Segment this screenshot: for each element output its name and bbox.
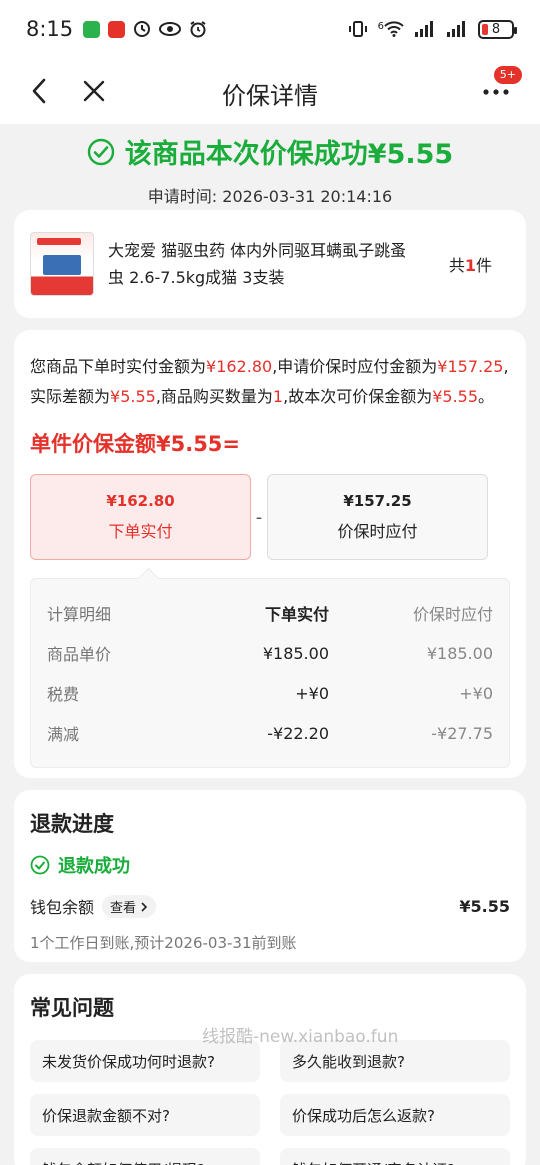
table-cell: -¥22.20 xyxy=(267,723,329,743)
alarm-icon xyxy=(190,21,206,38)
refund-amount: ¥5.55 xyxy=(459,896,510,916)
product-card[interactable]: 大宠爱 猫驱虫药 体内外同驱耳螨虱子跳蚤虫 2.6-7.5kg成猫 3支装 共1… xyxy=(14,210,526,318)
faq-item[interactable]: 未发货价保成功何时退款? xyxy=(30,1040,260,1082)
unit-protect-amount: 单件价保金额¥5.55= xyxy=(30,432,241,456)
count-prefix: 共 xyxy=(448,256,465,275)
faq-item[interactable]: 多久能收到退款? xyxy=(280,1040,510,1082)
table-header-cell: 下单实付 xyxy=(264,605,329,624)
faq-item[interactable]: 钱包余额如何使用/提现? xyxy=(30,1148,260,1165)
thumbnail-package xyxy=(43,255,81,275)
page-title: 价保详情 xyxy=(222,82,318,110)
current-price-amount: ¥157.25 xyxy=(343,492,412,510)
status-system-icons: 6 8 xyxy=(348,19,517,39)
clock-app-icon xyxy=(134,21,151,37)
price-explanation: 您商品下单时实付金额为¥162.80,申请价保时应付金额为¥157.25,实际差… xyxy=(30,352,510,412)
thumbnail-banner xyxy=(37,238,81,245)
battery-icon: 8 xyxy=(478,19,517,39)
status-app-icons xyxy=(83,20,207,38)
refund-progress-card: 退款进度 退款成功 钱包余额 查看 ¥5.55 1个工作日到账,预计2026-0… xyxy=(14,790,526,962)
count-value: 1 xyxy=(464,256,476,275)
table-row: 商品单价 ¥185.00 ¥185.00 xyxy=(47,633,493,673)
explain-highlight: 1 xyxy=(272,387,284,406)
view-wallet-label: 查看 xyxy=(110,900,137,916)
price-compare-boxes: ¥162.80 下单实付 - ¥157.25 价保时应付 xyxy=(30,474,510,560)
paid-price-box: ¥162.80 下单实付 xyxy=(30,474,251,560)
table-row: 税费 +¥0 +¥0 xyxy=(47,673,493,713)
product-count: 共1件 xyxy=(449,252,510,276)
apply-time: 申请时间: 2026-03-31 20:14:16 xyxy=(0,183,540,207)
table-cell: -¥27.75 xyxy=(431,723,493,743)
table-cell: +¥0 xyxy=(295,683,329,703)
nav-bar: 价保详情 5+ xyxy=(0,58,540,124)
faq-section-title: 常见问题 xyxy=(30,996,114,1020)
faq-item[interactable]: 价保退款金额不对? xyxy=(30,1094,260,1136)
battery-level xyxy=(482,23,488,35)
table-cell: ¥185.00 xyxy=(262,643,329,663)
current-price-box: ¥157.25 价保时应付 xyxy=(267,474,488,560)
paid-price-label: 下单实付 xyxy=(108,522,173,541)
table-header-row: 计算明细 下单实付 价保时应付 xyxy=(47,593,493,633)
explain-text: 。 xyxy=(478,387,495,406)
faq-card: 常见问题 未发货价保成功何时退款? 多久能收到退款? 价保退款金额不对? 价保成… xyxy=(14,974,526,1165)
signal-icon xyxy=(415,21,433,37)
app-notification-icon xyxy=(108,20,126,38)
apply-time-label: 申请时间: xyxy=(147,187,218,206)
table-row: 满减 -¥22.20 -¥27.75 xyxy=(47,713,493,753)
eye-icon xyxy=(159,22,182,36)
table-cell: 商品单价 xyxy=(47,645,112,664)
view-wallet-button[interactable]: 查看 xyxy=(102,894,157,918)
minus-sign: - xyxy=(255,506,263,528)
signal-icon-2 xyxy=(447,21,465,37)
count-suffix: 件 xyxy=(475,256,492,275)
refund-status-text: 退款成功 xyxy=(58,856,130,877)
check-circle-icon xyxy=(87,138,114,165)
success-banner: 该商品本次价保成功¥5.55 xyxy=(87,132,453,171)
explain-text: ,商品购买数量为 xyxy=(155,387,273,406)
calculation-detail-table: 计算明细 下单实付 价保时应付 商品单价 ¥185.00 ¥185.00 税费 … xyxy=(30,578,510,768)
product-name: 大宠爱 猫驱虫药 体内外同驱耳螨虱子跳蚤虫 2.6-7.5kg成猫 3支装 xyxy=(108,241,407,287)
explain-text: 您商品下单时实付金额为 xyxy=(30,357,207,376)
apply-time-value: 2026-03-31 20:14:16 xyxy=(222,187,393,206)
wifi-icon xyxy=(384,21,404,37)
current-price-label: 价保时应付 xyxy=(337,522,418,541)
wifi-indicator: 6 xyxy=(378,21,404,37)
explain-highlight: ¥5.55 xyxy=(110,387,156,406)
product-thumbnail[interactable] xyxy=(30,232,94,296)
check-circle-icon xyxy=(30,855,50,875)
table-header-cell: 价保时应付 xyxy=(412,605,493,624)
wallet-label: 钱包余额 xyxy=(30,898,95,917)
wallet-row: 钱包余额 查看 ¥5.55 xyxy=(30,894,510,918)
chevron-right-icon xyxy=(141,901,148,912)
status-bar: 8:15 6 8 xyxy=(0,0,540,58)
faq-grid: 未发货价保成功何时退款? 多久能收到退款? 价保退款金额不对? 价保成功后怎么返… xyxy=(30,1040,510,1165)
explain-highlight: ¥162.80 xyxy=(206,357,273,376)
calculation-card: 您商品下单时实付金额为¥162.80,申请价保时应付金额为¥157.25,实际差… xyxy=(14,330,526,778)
table-cell: 税费 xyxy=(47,685,80,704)
refund-arrival-note: 1个工作日到账,预计2026-03-31前到账 xyxy=(30,934,297,952)
wechat-notification-icon xyxy=(83,20,101,38)
success-title-text: 该商品本次价保成功¥5.55 xyxy=(124,139,454,170)
status-time: 8:15 xyxy=(26,17,74,41)
table-cell: ¥185.00 xyxy=(426,643,493,663)
battery-percent: 8 xyxy=(491,21,501,37)
faq-item[interactable]: 钱包如何开通/实名认证? xyxy=(280,1148,510,1165)
faq-item[interactable]: 价保成功后怎么返款? xyxy=(280,1094,510,1136)
success-header: 该商品本次价保成功¥5.55 申请时间: 2026-03-31 20:14:16 xyxy=(0,124,540,207)
table-cell: +¥0 xyxy=(459,683,493,703)
explain-highlight: ¥157.25 xyxy=(437,357,504,376)
table-header-cell: 计算明细 xyxy=(47,605,112,624)
message-badge: 5+ xyxy=(493,66,522,84)
refund-status: 退款成功 xyxy=(30,852,510,878)
vibrate-icon xyxy=(348,21,367,37)
explain-text: ,故本次可价保金额为 xyxy=(283,387,433,406)
explain-text: ,申请价保时应付金额为 xyxy=(272,357,438,376)
refund-section-title: 退款进度 xyxy=(30,812,114,836)
table-cell: 满减 xyxy=(47,725,80,744)
paid-price-amount: ¥162.80 xyxy=(106,492,175,510)
explain-highlight: ¥5.55 xyxy=(432,387,479,406)
